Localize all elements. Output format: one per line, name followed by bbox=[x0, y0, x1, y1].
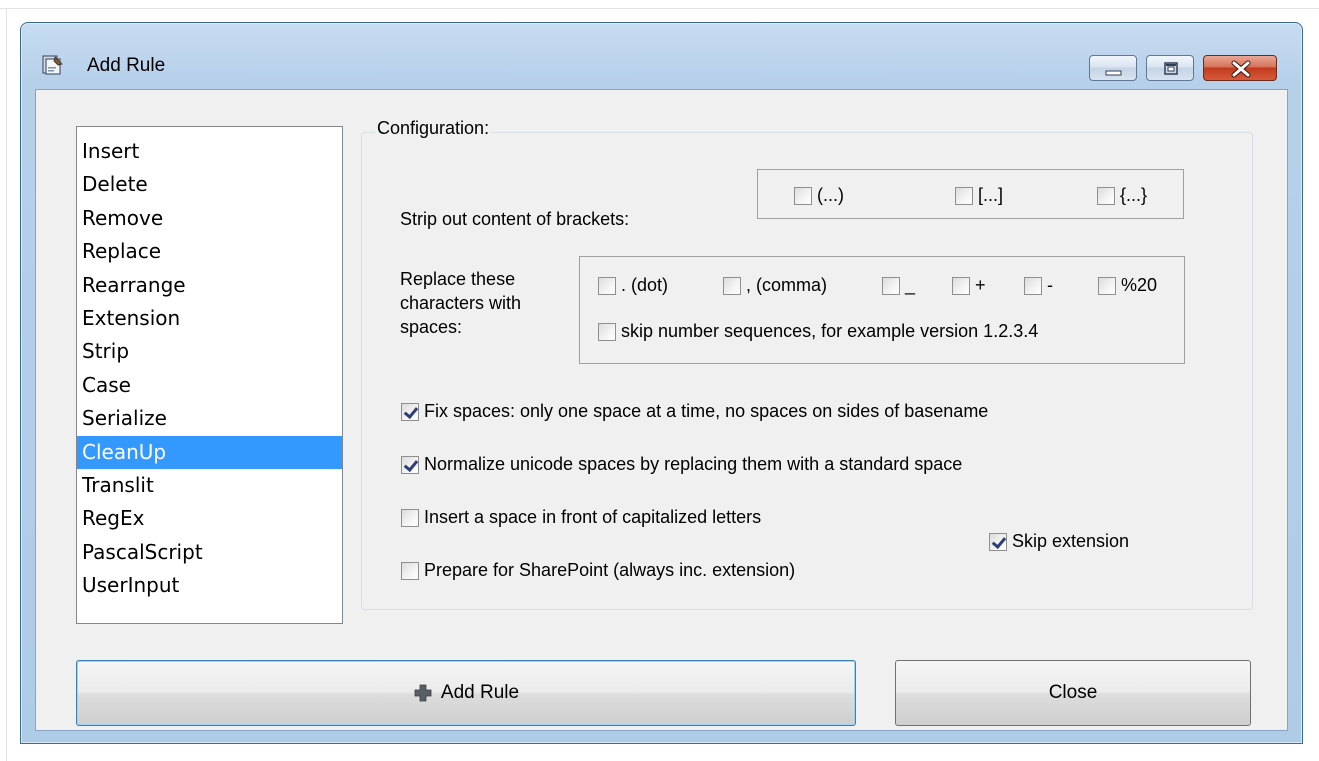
checkbox-square-brackets[interactable]: [...] bbox=[955, 185, 1003, 206]
replace-chars-group bbox=[579, 256, 1185, 364]
checkbox-percent20[interactable]: %20 bbox=[1098, 275, 1157, 296]
rule-item-translit[interactable]: Translit bbox=[77, 469, 342, 502]
checkbox-box bbox=[401, 561, 419, 580]
add-rule-window: Add Rule Insert Delete Remove Replace Rearra… bbox=[20, 22, 1303, 744]
checkbox-label: - bbox=[1047, 275, 1053, 295]
checkbox-parentheses[interactable]: (...) bbox=[794, 185, 844, 206]
checkbox-box bbox=[1098, 276, 1116, 295]
checkbox-box bbox=[723, 276, 741, 295]
background-line-left bbox=[6, 8, 7, 761]
checkbox-dot[interactable]: . (dot) bbox=[598, 275, 668, 296]
rule-item-case[interactable]: Case bbox=[77, 369, 342, 402]
checkbox-label: {...} bbox=[1120, 185, 1148, 205]
rule-list[interactable]: Insert Delete Remove Replace Rearrange Extens… bbox=[76, 126, 343, 624]
checkbox-label: [...] bbox=[978, 185, 1004, 205]
app-icon bbox=[41, 53, 63, 75]
checkbox-box bbox=[401, 402, 419, 421]
background-line-top bbox=[0, 8, 1319, 9]
checkbox-box bbox=[1024, 276, 1042, 295]
rule-item-rearrange[interactable]: Rearrange bbox=[77, 269, 342, 302]
checkbox-skip-number-sequences[interactable]: skip number sequences, for example versi… bbox=[598, 321, 1038, 342]
checkbox-box bbox=[882, 276, 900, 295]
checkbox-box bbox=[401, 508, 419, 527]
checkbox-label: Insert a space in front of capitalized l… bbox=[424, 507, 762, 527]
rule-item-userinput[interactable]: UserInput bbox=[77, 569, 342, 602]
rule-item-regex[interactable]: RegEx bbox=[77, 502, 342, 535]
checkbox-box bbox=[989, 532, 1007, 551]
plus-icon bbox=[413, 683, 433, 703]
checkbox-comma[interactable]: , (comma) bbox=[723, 275, 827, 296]
checkbox-curly-braces[interactable]: {...} bbox=[1097, 185, 1147, 206]
checkbox-label: skip number sequences, for example versi… bbox=[621, 321, 1039, 341]
checkbox-label: _ bbox=[905, 275, 916, 295]
checkbox-insert-space-caps[interactable]: Insert a space in front of capitalized l… bbox=[401, 507, 761, 528]
rule-item-strip[interactable]: Strip bbox=[77, 335, 342, 368]
minimize-icon bbox=[1105, 70, 1122, 76]
checkbox-box bbox=[794, 186, 812, 205]
checkbox-normalize-unicode[interactable]: Normalize unicode spaces by replacing th… bbox=[401, 454, 962, 475]
window-title: Add Rule bbox=[87, 55, 166, 76]
rule-item-extension[interactable]: Extension bbox=[77, 302, 342, 335]
checkbox-sharepoint[interactable]: Prepare for SharePoint (always inc. exte… bbox=[401, 560, 795, 581]
close-icon bbox=[1231, 60, 1251, 78]
checkbox-label: Fix spaces: only one space at a time, no… bbox=[424, 401, 989, 421]
rule-item-remove[interactable]: Remove bbox=[77, 202, 342, 235]
checkbox-box bbox=[401, 455, 419, 474]
checkbox-label: Prepare for SharePoint (always inc. exte… bbox=[424, 560, 796, 580]
checkbox-label: (...) bbox=[817, 185, 844, 205]
checkbox-label: , (comma) bbox=[746, 275, 827, 295]
title-bar[interactable]: Add Rule bbox=[21, 23, 1302, 89]
close-button[interactable]: Close bbox=[895, 660, 1251, 726]
checkbox-box bbox=[598, 322, 616, 341]
close-window-button[interactable] bbox=[1203, 55, 1277, 81]
checkbox-box bbox=[598, 276, 616, 295]
maximize-button[interactable] bbox=[1146, 55, 1194, 81]
dialog-client-area: Insert Delete Remove Replace Rearrange Extens… bbox=[35, 89, 1288, 731]
replace-chars-label-line3: spaces: bbox=[400, 317, 463, 337]
checkbox-label: Normalize unicode spaces by replacing th… bbox=[424, 454, 963, 474]
checkbox-box bbox=[1097, 186, 1115, 205]
rule-item-serialize[interactable]: Serialize bbox=[77, 402, 342, 435]
replace-chars-label-line2: characters with bbox=[400, 293, 522, 313]
checkbox-skip-extension[interactable]: Skip extension bbox=[989, 531, 1129, 552]
checkbox-box bbox=[955, 186, 973, 205]
rule-item-delete[interactable]: Delete bbox=[77, 168, 342, 201]
checkbox-underscore[interactable]: _ bbox=[882, 275, 915, 296]
rule-item-replace[interactable]: Replace bbox=[77, 235, 342, 268]
checkbox-label: . (dot) bbox=[621, 275, 669, 295]
add-rule-button[interactable]: Add Rule bbox=[76, 660, 856, 726]
close-label: Close bbox=[1048, 682, 1098, 703]
rule-item-pascalscript[interactable]: PascalScript bbox=[77, 536, 342, 569]
rule-item-cleanup[interactable]: CleanUp bbox=[77, 435, 342, 469]
checkbox-hyphen[interactable]: - bbox=[1024, 275, 1053, 296]
replace-chars-label-line1: Replace these bbox=[400, 269, 516, 289]
rule-item-insert[interactable]: Insert bbox=[77, 135, 342, 168]
checkbox-plus[interactable]: + bbox=[952, 275, 986, 296]
brackets-label: Strip out content of brackets: bbox=[400, 209, 630, 229]
checkbox-label: + bbox=[975, 275, 986, 295]
add-rule-label: Add Rule bbox=[440, 682, 520, 703]
minimize-button[interactable] bbox=[1089, 55, 1137, 81]
maximize-icon bbox=[1164, 62, 1178, 75]
checkbox-label: %20 bbox=[1121, 275, 1158, 295]
checkbox-label: Skip extension bbox=[1012, 531, 1130, 551]
checkbox-box bbox=[952, 276, 970, 295]
checkbox-fix-spaces[interactable]: Fix spaces: only one space at a time, no… bbox=[401, 401, 988, 422]
configuration-legend: Configuration: bbox=[375, 118, 492, 139]
